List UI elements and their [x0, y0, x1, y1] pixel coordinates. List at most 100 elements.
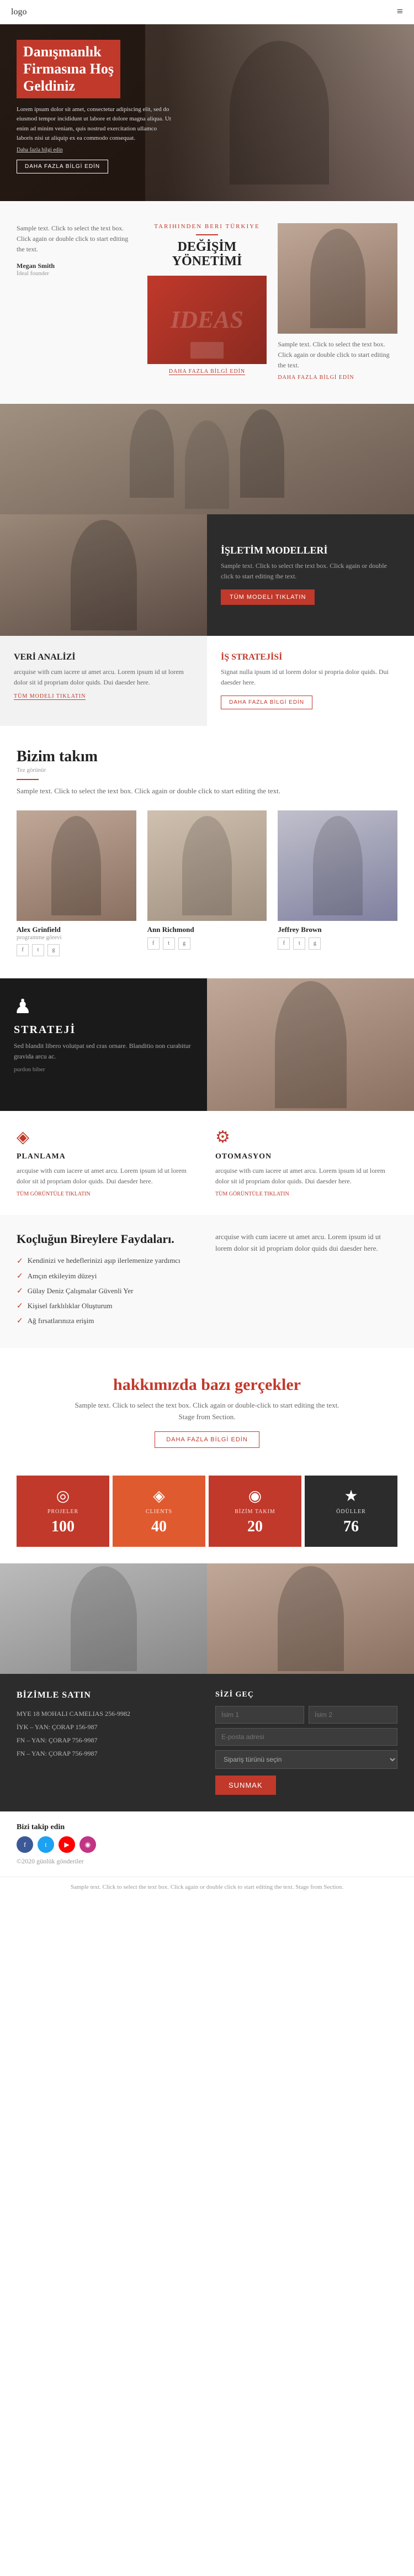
stat-icon-2: ◈: [121, 1487, 197, 1505]
tw-icon-3[interactable]: t: [293, 937, 305, 950]
stat-card-1: ◎ PROJELER 100: [17, 1476, 109, 1547]
change-subtitle: Tarihinden beri Türkiye: [147, 223, 267, 230]
social-desc: ©2020 günlük gönderiler: [17, 1857, 397, 1866]
data-text: arcquise with cum iacere ut amet arcu. L…: [14, 667, 193, 688]
hero-body: Lorem ipsum dolor sit amet, consectetur …: [17, 105, 171, 144]
fb-icon-3[interactable]: f: [278, 937, 290, 950]
automation-title: OTOMASYON: [215, 1152, 397, 1161]
strategy-dark-section: ♟ STRATEJİ Sed blandit libero volutpat s…: [0, 978, 414, 1111]
change-left: Sample text. Click to select the text bo…: [17, 223, 136, 277]
facts-btn[interactable]: DAHA FAZLA BİLGİ EDİN: [155, 1431, 259, 1448]
benefit-3: ✓ Gülay Deniz Çalışmalar Güvenli Yer: [17, 1287, 199, 1296]
stat-card-4: ★ ÖDÜLLER 76: [305, 1476, 397, 1547]
benefit-2: ✓ Amçın etkileyim düzeyi: [17, 1272, 199, 1281]
form-field1[interactable]: [215, 1706, 304, 1724]
stat-label-4: ÖDÜLLER: [313, 1509, 389, 1515]
social-tw-btn[interactable]: t: [38, 1836, 54, 1853]
benefit-1: ✓ Kendinizi ve hedeflerinizi aşıp ilerle…: [17, 1256, 199, 1266]
form-title: SİZİ GEÇ: [215, 1690, 397, 1699]
stat-card-2: ◈ CLIENTS 40: [113, 1476, 205, 1547]
gp-icon-2[interactable]: g: [178, 937, 190, 950]
stat-icon-3: ◉: [217, 1487, 293, 1505]
form-email[interactable]: [215, 1728, 397, 1746]
hero-section: Danışmanlık Firmasına Hoş Geldiniz Lorem…: [0, 24, 414, 201]
data-analysis: VERİ ANALİZİ arcquise with cum iacere ut…: [0, 636, 207, 726]
gp-icon-1[interactable]: g: [47, 944, 60, 956]
check-icon-4: ✓: [17, 1302, 23, 1311]
team-card-2: Ann Richmond f t g: [147, 810, 267, 956]
social-follow-title: Bizi takip edin: [17, 1823, 397, 1832]
planning-read-more[interactable]: Tüm görüntüle tıklatın: [17, 1191, 91, 1197]
strategy-dark-title: STRATEJİ: [14, 1024, 193, 1036]
planning-title: PLANLAMA: [17, 1152, 199, 1161]
change-right-read-more[interactable]: DAHA FAZLA BİLGİ EDİN: [278, 375, 354, 381]
facts-section: hakkımızda bazı gerçekler Sample text. C…: [0, 1348, 414, 1476]
benefit-text-2: Amçın etkileyim düzeyi: [28, 1272, 97, 1281]
change-right: Sample text. Click to select the text bo…: [278, 223, 397, 382]
form-select[interactable]: Sipariş türünü seçin: [215, 1750, 397, 1769]
stat-label-3: BİZİM TAKIM: [217, 1509, 293, 1515]
hero-cta-button[interactable]: DAHA FAZLA BİLGİ EDİN: [17, 160, 108, 173]
navbar: logo ≡: [0, 0, 414, 24]
team-photo-2: [147, 810, 267, 921]
team-name-1: Alex Grinfield: [17, 925, 136, 934]
hero-read-more: Daha fazla bilgi edin: [17, 147, 171, 153]
team-grid: Alex Grinfield programme görevi f t g An…: [17, 810, 397, 956]
stat-number-4: 76: [313, 1518, 389, 1536]
social-fb-btn[interactable]: f: [17, 1836, 33, 1853]
automation-col: ⚙ OTOMASYON arcquise with cum iacere ut …: [215, 1128, 397, 1198]
stats-grid: ◎ PROJELER 100 ◈ CLIENTS 40 ◉ BİZİM TAKI…: [0, 1476, 414, 1563]
nav-logo: logo: [11, 7, 26, 17]
team-photo-1: [17, 810, 136, 921]
team-name-3: Jeffrey Brown: [278, 925, 397, 934]
strategy-btn[interactable]: DAHA FAZLA BİLGİ EDİN: [221, 696, 312, 709]
form-field2[interactable]: [309, 1706, 397, 1724]
fb-icon-2[interactable]: f: [147, 937, 160, 950]
tw-icon-1[interactable]: t: [32, 944, 44, 956]
team-subtitle: Tez görünür: [17, 767, 397, 773]
form-submit[interactable]: SUNMAK: [215, 1776, 276, 1795]
nav-menu-icon[interactable]: ≡: [397, 6, 403, 18]
team-card-3: Jeffrey Brown f t g: [278, 810, 397, 956]
benefits-section: Koçluğun Bireylere Faydaları. ✓ Kendiniz…: [0, 1215, 414, 1348]
team-section: Bizim takım Tez görünür Sample text. Cli…: [0, 726, 414, 978]
strategy-col: İŞ STRATEJİSİ Signat nulla ipsum id ut l…: [207, 636, 414, 726]
social-ig-btn[interactable]: ◉: [79, 1836, 96, 1853]
change-management-section: Sample text. Click to select the text bo…: [0, 201, 414, 404]
stat-icon-1: ◎: [25, 1487, 101, 1505]
data-read-more[interactable]: Tüm modeli tıklatın: [14, 693, 86, 700]
check-icon-5: ✓: [17, 1316, 23, 1326]
contact-address-3: FN – YAN: ÇORAP 756-9987: [17, 1734, 199, 1747]
benefits-left: Koçluğun Bireylere Faydaları. ✓ Kendiniz…: [17, 1231, 199, 1331]
fb-icon-1[interactable]: f: [17, 944, 29, 956]
contact-address-2: İYK – YAN: ÇORAP 156-987: [17, 1720, 199, 1734]
business-text: İŞLETİM MODELLERİ Sample text. Click to …: [207, 514, 414, 636]
business-photo: [0, 514, 207, 636]
strategy-dark-author: purdon biber: [14, 1066, 193, 1073]
social-yt-btn[interactable]: ▶: [59, 1836, 75, 1853]
stat-label-1: PROJELER: [25, 1509, 101, 1515]
team-social-3: f t g: [278, 937, 397, 950]
gp-icon-3[interactable]: g: [309, 937, 321, 950]
team-social-2: f t g: [147, 937, 267, 950]
team-photo-3: [278, 810, 397, 921]
change-center: Tarihinden beri Türkiye DEĞİŞİM YÖNETİMİ…: [147, 223, 267, 376]
automation-read-more[interactable]: Tüm görüntüle tıklatın: [215, 1191, 289, 1197]
automation-text: arcquise with cum iacere ut amet arcu. L…: [215, 1166, 397, 1187]
check-icon-3: ✓: [17, 1287, 23, 1296]
tw-icon-2[interactable]: t: [163, 937, 175, 950]
team-intro-text: Sample text. Click to select the text bo…: [17, 786, 397, 797]
strategy-dark-left: ♟ STRATEJİ Sed blandit libero volutpat s…: [0, 978, 207, 1111]
team-social-1: f t g: [17, 944, 136, 956]
strategy-text: Signat nulla ipsum id ut lorem dolor si …: [221, 667, 400, 688]
contact-section: BİZİMLE SATIN MYE 18 MOHALI CAMELIAS 256…: [0, 1674, 414, 1811]
change-left-text: Sample text. Click to select the text bo…: [17, 223, 136, 255]
stat-card-3: ◉ BİZİM TAKIM 20: [209, 1476, 301, 1547]
business-btn[interactable]: Tüm modeli tıklatın: [221, 589, 315, 605]
team-intro: Bizim takım Tez görünür Sample text. Cli…: [17, 748, 397, 797]
benefit-text-1: Kendinizi ve hedeflerinizi aşıp ilerleme…: [28, 1256, 181, 1265]
contact-address-1: MYE 18 MOHALI CAMELIAS 256-9982: [17, 1707, 199, 1720]
strategy-title: İŞ STRATEJİSİ: [221, 652, 400, 662]
change-read-more[interactable]: DAHA FAZLA BİLGİ EDİN: [169, 368, 245, 375]
change-author-name: Megan Smith: [17, 262, 136, 270]
